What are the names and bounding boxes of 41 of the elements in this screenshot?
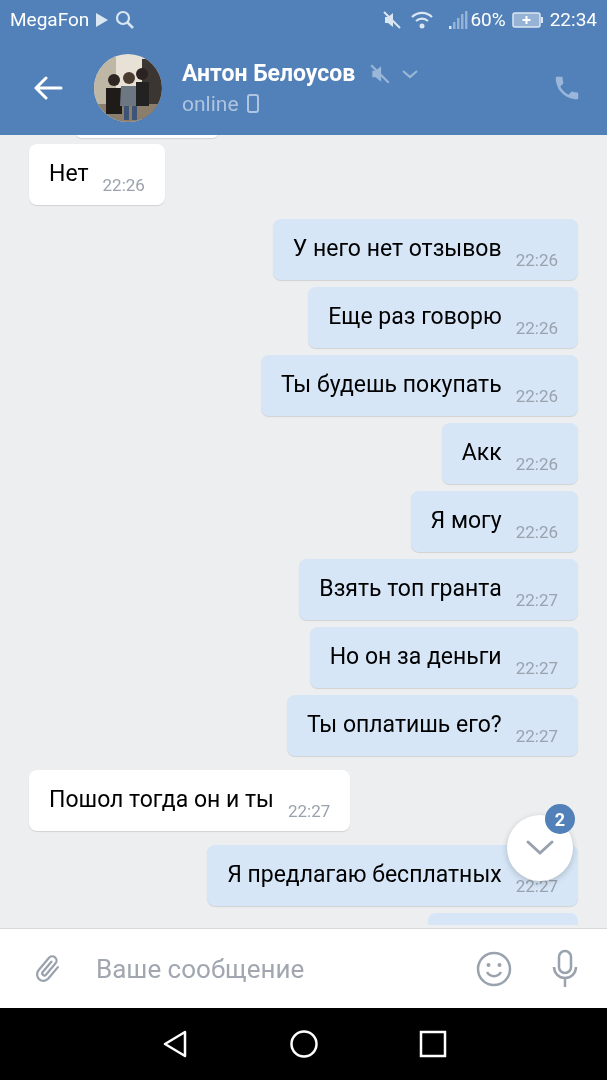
message-text: У него нет отзывов: [292, 234, 502, 265]
message-time: 22:27: [515, 724, 558, 748]
message-time: 22:26: [102, 173, 145, 197]
back-arrow-icon: [33, 75, 63, 100]
phone-icon: [246, 94, 259, 113]
signal-icon: [448, 10, 469, 30]
message-text: Но он за деньги: [329, 642, 502, 673]
message-time: 22:26: [515, 452, 558, 476]
mute-icon: [382, 10, 403, 30]
message-time: 22:26: [515, 520, 558, 544]
message-text: Акк: [461, 438, 502, 469]
message-composer[interactable]: Ваше сообщение: [0, 928, 607, 1008]
battery-percent: 60%: [470, 6, 506, 33]
clock-time: 22:34: [549, 6, 597, 33]
home-nav-button[interactable]: [288, 1029, 319, 1059]
message-text: Я предлагаю бесплатных: [227, 860, 502, 891]
message-time: 22:26: [515, 384, 558, 408]
play-icon: [95, 12, 110, 28]
message-text: Еще раз говорю: [328, 302, 502, 333]
message-time: 22:26: [515, 316, 558, 340]
search-icon: [115, 10, 136, 30]
message-text: Пошол тогда он и ты: [49, 785, 274, 816]
message-text: Я могу: [430, 506, 502, 537]
message-text: Ты будешь покупать: [281, 370, 502, 401]
message-time: 22:27: [515, 588, 558, 612]
presence-status: online: [182, 90, 239, 117]
contact-name: Антон Белоусов: [182, 58, 356, 89]
message-time: 22:27: [515, 656, 558, 680]
message-text: Взять топ гранта: [319, 574, 502, 605]
recents-nav-button[interactable]: [418, 1030, 447, 1058]
message-text: Нет: [49, 159, 89, 190]
message-time: 22:26: [515, 248, 558, 272]
message-time: 22:27: [287, 799, 331, 823]
message-time: 22:27: [515, 874, 558, 898]
chevron-down-icon: [525, 839, 555, 857]
microphone-button[interactable]: [550, 947, 580, 990]
unread-count: 2: [545, 804, 575, 834]
carrier-name: MegaFon: [10, 6, 90, 33]
wifi-icon: [410, 10, 435, 30]
message-text: Ты оплатишь его?: [307, 710, 502, 741]
battery-icon: [511, 12, 544, 28]
